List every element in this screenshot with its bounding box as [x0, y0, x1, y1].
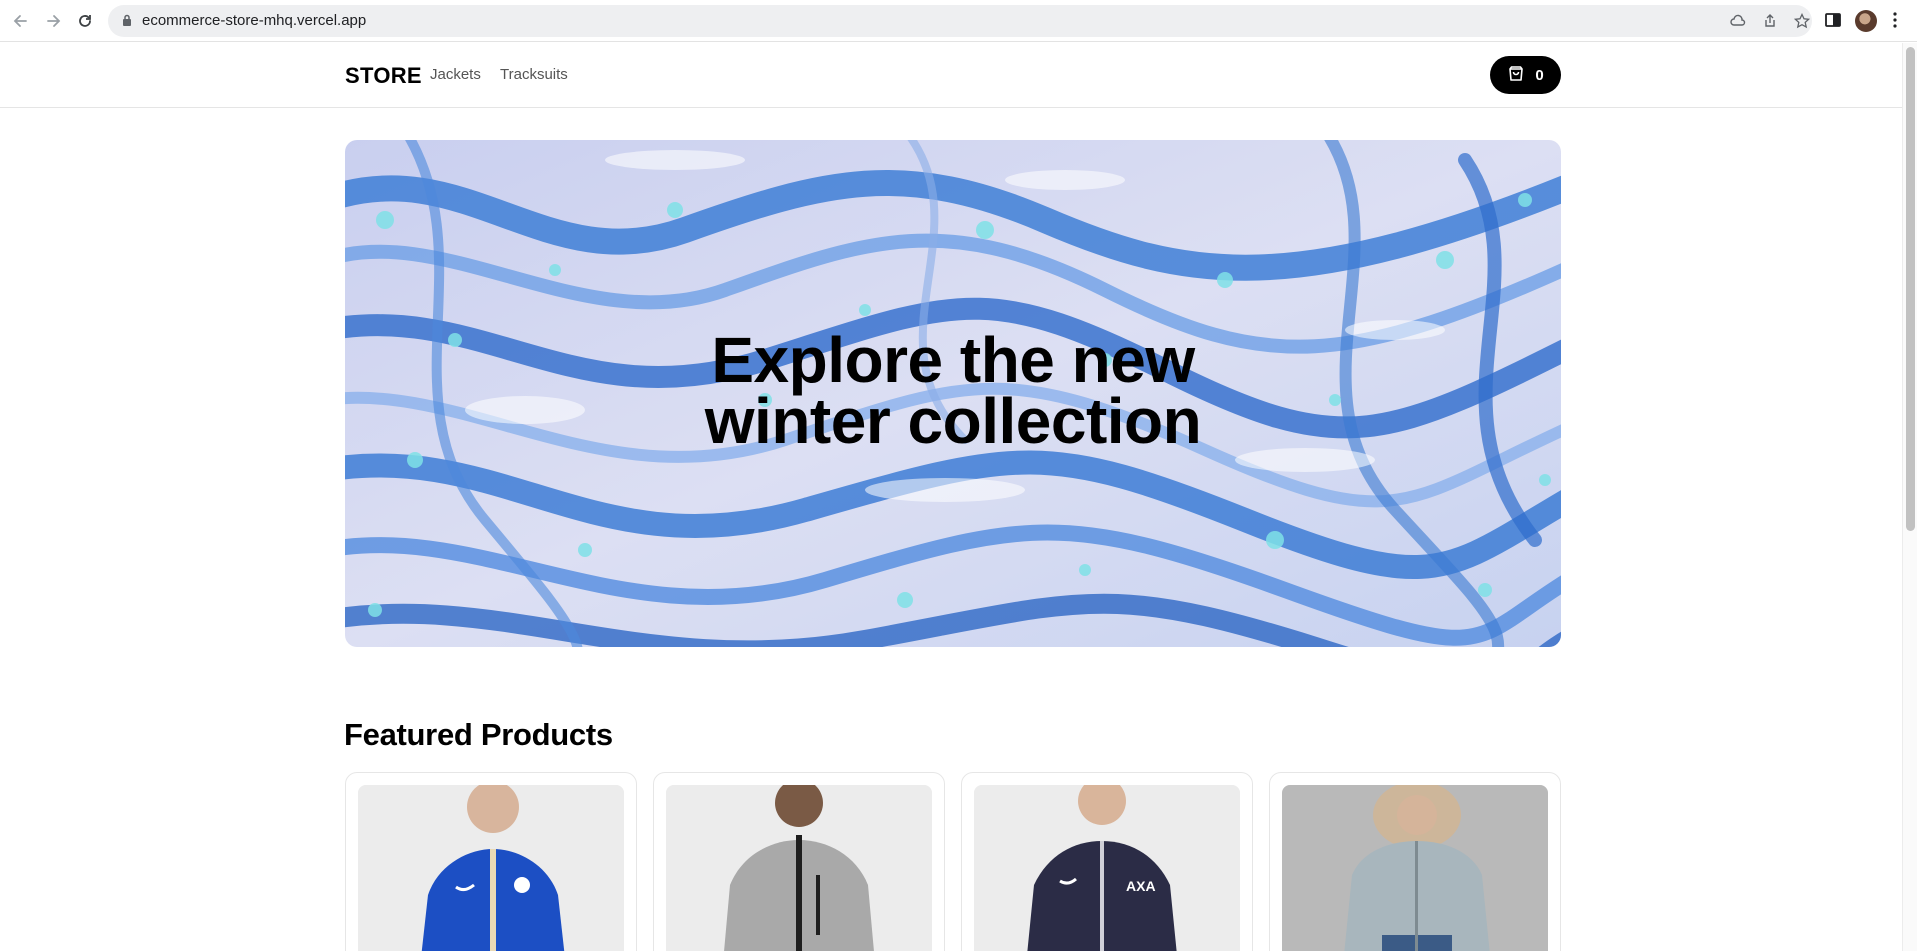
- product-card[interactable]: [653, 772, 945, 951]
- product-image[interactable]: [1282, 785, 1548, 951]
- profile-avatar[interactable]: [1855, 10, 1877, 32]
- svg-text:AXA: AXA: [1126, 878, 1156, 894]
- share-icon[interactable]: [1762, 13, 1778, 29]
- cloud-save-icon[interactable]: [1730, 13, 1746, 29]
- lock-icon: [122, 14, 132, 32]
- address-bar[interactable]: ecommerce-store-mhq.vercel.app: [108, 5, 1812, 37]
- featured-products-title: Featured Products: [344, 717, 613, 752]
- shopping-bag-icon: [1507, 65, 1525, 86]
- cart-button[interactable]: 0: [1490, 56, 1561, 94]
- page-scrollbar[interactable]: [1902, 43, 1917, 951]
- back-icon[interactable]: [9, 9, 33, 33]
- product-card[interactable]: AXA: [961, 772, 1253, 951]
- product-image[interactable]: AXA: [974, 785, 1240, 951]
- cart-count: 0: [1535, 66, 1544, 84]
- hero-title-line-2: winter collection: [704, 385, 1202, 457]
- product-card[interactable]: [1269, 772, 1561, 951]
- site-header: STORE Jackets Tracksuits 0: [0, 43, 1902, 108]
- forward-icon[interactable]: [41, 9, 65, 33]
- side-panel-icon[interactable]: [1824, 11, 1844, 31]
- bookmark-star-icon[interactable]: [1793, 12, 1811, 29]
- browser-toolbar: ecommerce-store-mhq.vercel.app: [0, 0, 1917, 42]
- product-image[interactable]: [358, 785, 624, 951]
- scrollbar-thumb[interactable]: [1906, 47, 1915, 531]
- menu-kebab-icon[interactable]: [1892, 11, 1912, 31]
- hero-billboard: Explore the new winter collection: [345, 140, 1561, 647]
- reload-icon[interactable]: [73, 9, 97, 33]
- hero-title: Explore the new winter collection: [345, 328, 1561, 453]
- store-logo[interactable]: STORE: [345, 63, 422, 89]
- nav-link-tracksuits[interactable]: Tracksuits: [500, 66, 568, 83]
- url-text: ecommerce-store-mhq.vercel.app: [142, 12, 367, 29]
- product-card[interactable]: [345, 772, 637, 951]
- nav-link-jackets[interactable]: Jackets: [430, 66, 481, 83]
- product-image[interactable]: [666, 785, 932, 951]
